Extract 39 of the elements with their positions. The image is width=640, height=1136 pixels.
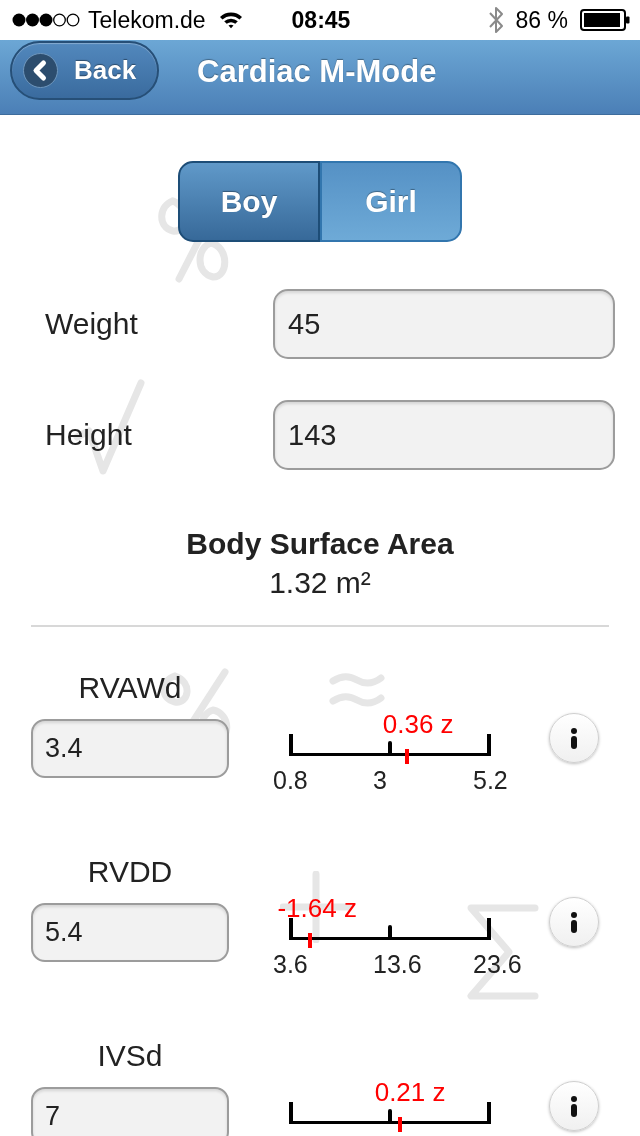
- battery-percentage: 86 %: [515, 6, 568, 34]
- info-button[interactable]: [549, 713, 599, 763]
- text-field[interactable]: 45: [273, 289, 615, 359]
- info-button[interactable]: [549, 1081, 599, 1131]
- info-icon: [570, 727, 578, 749]
- scale-label: 23.6: [473, 952, 523, 976]
- measurement-field[interactable]: 5.4: [31, 903, 229, 962]
- measurement-field[interactable]: 7: [31, 1087, 229, 1136]
- measurement-label: IVSd: [97, 1041, 163, 1071]
- bluetooth-icon: [487, 5, 504, 35]
- wifi-icon: [218, 11, 243, 29]
- field-label: Height: [45, 418, 133, 452]
- result-value: 1.32 m²: [268, 565, 372, 601]
- info-icon: [570, 911, 578, 933]
- scale-label: 3.6: [273, 952, 309, 976]
- signal-strength-icon: [12, 13, 80, 27]
- scale-label: 5.2: [473, 768, 509, 792]
- scale-label: 13.6: [373, 952, 423, 976]
- battery-icon: [580, 9, 630, 31]
- section-title: Body Surface Area: [185, 526, 455, 562]
- screen-title: Cardiac M-Mode: [197, 54, 437, 90]
- z-score-label: 0.36 z: [382, 710, 454, 738]
- approx-symbol-drawing: [329, 670, 385, 708]
- measurement-field[interactable]: 3.4: [31, 719, 229, 778]
- measurement-label: RVAWd: [78, 673, 182, 703]
- info-button[interactable]: [549, 897, 599, 947]
- carrier-name: Telekom.de: [88, 6, 206, 34]
- info-icon: [570, 1095, 578, 1117]
- field-label: Weight: [45, 307, 139, 341]
- segment-button[interactable]: Boy: [178, 161, 320, 242]
- text-field[interactable]: 143: [273, 400, 615, 470]
- z-score-label: 0.21 z: [374, 1078, 446, 1106]
- z-score-label: -1.64 z: [277, 894, 357, 922]
- status-time: 08:45: [291, 6, 351, 34]
- measurement-label: RVDD: [87, 857, 173, 887]
- back-button[interactable]: Back: [10, 41, 159, 100]
- scale-label: 0.8: [273, 768, 309, 792]
- chevron-left-icon: [23, 53, 58, 88]
- scale-label: 3: [373, 768, 388, 792]
